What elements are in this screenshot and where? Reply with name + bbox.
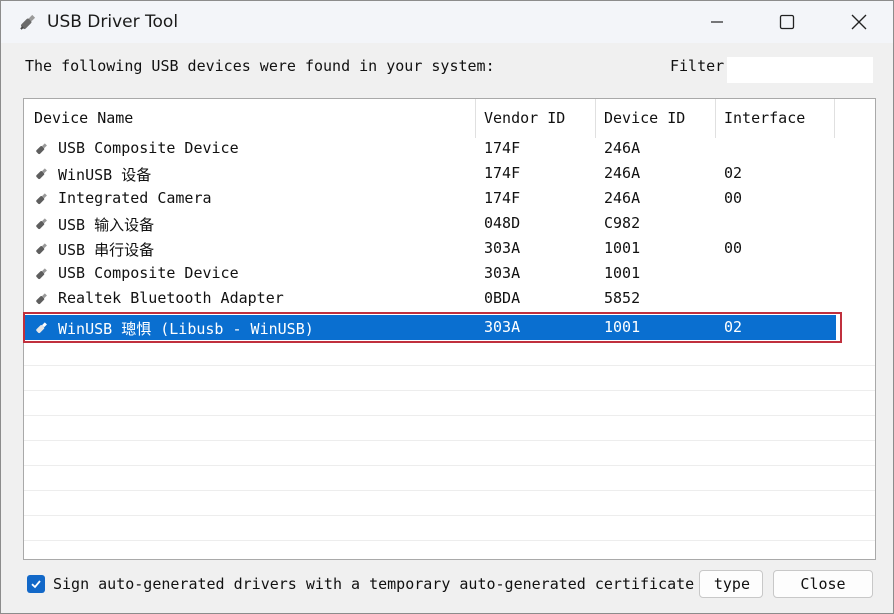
sign-drivers-label: Sign auto-generated drivers with a tempo… xyxy=(53,575,695,593)
usb-device-icon xyxy=(36,193,47,205)
device-row[interactable]: USB Composite Device 303A 1001 xyxy=(24,261,875,286)
title-bar: USB Driver Tool xyxy=(1,1,893,43)
maximize-icon xyxy=(779,14,795,30)
device-id: 1001 xyxy=(604,239,641,257)
column-separator xyxy=(715,99,716,138)
grid-line xyxy=(24,490,875,491)
device-row-selected[interactable]: WinUSB 璁惧 (Libusb - WinUSB) 303A 1001 02 xyxy=(24,315,836,340)
close-button[interactable]: Close xyxy=(773,570,873,598)
device-name: WinUSB 璁惧 (Libusb - WinUSB) xyxy=(58,320,314,338)
device-id: 246A xyxy=(604,164,641,182)
device-row[interactable]: WinUSB 设备 174F 246A 02 xyxy=(24,161,875,186)
minimize-button[interactable] xyxy=(687,1,747,43)
usb-device-icon xyxy=(36,143,47,155)
grid-line xyxy=(24,415,875,416)
device-row[interactable]: USB 输入设备 048D C982 xyxy=(24,211,875,236)
vendor-id: 048D xyxy=(484,214,521,232)
device-id: 1001 xyxy=(604,264,641,282)
usb-driver-tool-window: USB Driver Tool The following USB device… xyxy=(0,0,894,614)
interface: 02 xyxy=(724,164,743,182)
column-header-vendor-id[interactable]: Vendor ID xyxy=(484,109,565,127)
device-row[interactable]: USB Composite Device 174F 246A xyxy=(24,136,875,161)
grid-line xyxy=(24,515,875,516)
column-header-device-id[interactable]: Device ID xyxy=(604,109,685,127)
interface: 00 xyxy=(724,189,743,207)
device-name: Realtek Bluetooth Adapter xyxy=(58,289,284,307)
devices-found-label: The following USB devices were found in … xyxy=(25,57,495,75)
device-name: Integrated Camera xyxy=(58,189,212,207)
filter-input[interactable] xyxy=(727,57,873,83)
vendor-id: 303A xyxy=(484,239,521,257)
device-name: USB Composite Device xyxy=(58,139,239,157)
checkmark-icon xyxy=(31,580,41,589)
vendor-id: 174F xyxy=(484,164,521,182)
grid-line xyxy=(24,465,875,466)
sign-drivers-checkbox[interactable] xyxy=(27,575,45,593)
device-id: 246A xyxy=(604,139,641,157)
device-row[interactable]: Realtek Bluetooth Adapter 0BDA 5852 xyxy=(24,286,875,311)
vendor-id: 174F xyxy=(484,189,521,207)
vendor-id: 174F xyxy=(484,139,521,157)
column-separator xyxy=(834,99,835,138)
close-window-button[interactable] xyxy=(829,1,889,43)
usb-device-icon xyxy=(36,218,47,230)
column-header-interface[interactable]: Interface xyxy=(724,109,805,127)
type-button[interactable]: type xyxy=(699,570,763,598)
device-id: 1001 xyxy=(604,318,641,336)
device-name: WinUSB 设备 xyxy=(58,166,152,184)
device-row[interactable]: USB 串行设备 303A 1001 00 xyxy=(24,236,875,261)
vendor-id: 0BDA xyxy=(484,289,521,307)
usb-device-icon xyxy=(36,293,47,305)
grid-line xyxy=(24,440,875,441)
close-icon xyxy=(851,14,867,30)
device-row[interactable]: Integrated Camera 174F 246A 00 xyxy=(24,186,875,211)
usb-device-icon xyxy=(36,322,47,334)
column-header-device-name[interactable]: Device Name xyxy=(34,109,133,127)
vendor-id: 303A xyxy=(484,264,521,282)
device-name: USB Composite Device xyxy=(58,264,239,282)
window-title: USB Driver Tool xyxy=(47,12,179,32)
interface: 00 xyxy=(724,239,743,257)
maximize-button[interactable] xyxy=(757,1,817,43)
device-id: 246A xyxy=(604,189,641,207)
grid-line xyxy=(24,390,875,391)
usb-plug-icon xyxy=(20,14,36,30)
minimize-icon xyxy=(711,21,723,23)
usb-device-icon xyxy=(36,168,47,180)
usb-device-icon xyxy=(36,268,47,280)
device-name: USB 串行设备 xyxy=(58,241,155,259)
usb-device-icon xyxy=(36,243,47,255)
interface: 02 xyxy=(724,318,743,336)
grid-line xyxy=(24,540,875,541)
device-id: 5852 xyxy=(604,289,641,307)
column-separator xyxy=(595,99,596,138)
grid-line xyxy=(24,365,875,366)
device-name: USB 输入设备 xyxy=(58,216,155,234)
device-id: C982 xyxy=(604,214,641,232)
filter-label: Filter xyxy=(670,57,725,75)
vendor-id: 303A xyxy=(484,318,521,336)
column-separator xyxy=(475,99,476,138)
device-list[interactable]: Device Name Vendor ID Device ID Interfac… xyxy=(23,98,876,560)
